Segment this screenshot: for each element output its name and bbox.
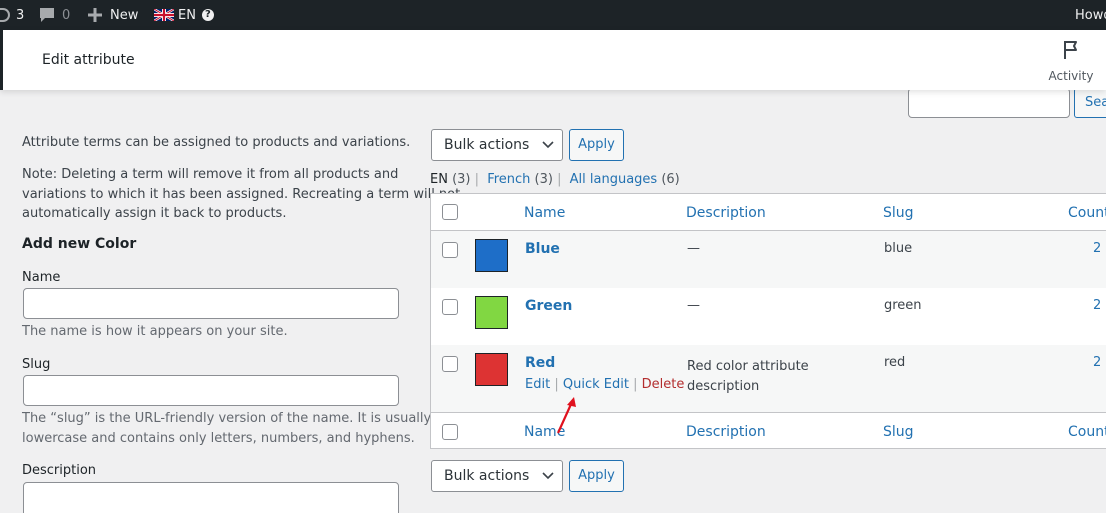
updates-item[interactable]: 3 (0, 0, 24, 30)
bulk-actions-select-bottom[interactable]: Bulk actions (431, 460, 563, 492)
color-swatch (475, 239, 508, 272)
row-checkbox[interactable] (442, 299, 458, 315)
name-help: The name is how it appears on your site. (22, 324, 288, 339)
my-account-item[interactable]: Howd (1075, 0, 1106, 30)
slug-help-line-2: lowercase and contains only letters, num… (22, 430, 415, 446)
row-actions: Edit | Quick Edit | Delete (525, 377, 684, 392)
description-label: Description (22, 463, 97, 478)
filter-en-count: (3) (452, 172, 471, 187)
admin-bar: 3 0 New EN ? Howd (0, 0, 1106, 30)
terms-table: Name Description Slug Count Blue — blue … (430, 193, 1106, 449)
term-description: — (687, 298, 700, 313)
quick-edit-link[interactable]: Quick Edit (563, 377, 629, 392)
description-line-2: description (687, 379, 760, 394)
flag-icon (1064, 41, 1077, 59)
term-count-link[interactable]: 2 (1093, 298, 1101, 313)
filter-en[interactable]: EN (430, 172, 448, 187)
activity-label: Activity (1048, 69, 1094, 83)
header-edge (0, 30, 3, 90)
row-action-separator: | (633, 377, 638, 392)
name-input[interactable] (23, 288, 399, 319)
term-description: Red color attribute description (687, 357, 809, 397)
new-content-item[interactable]: New (88, 0, 138, 30)
filter-all-languages[interactable]: All languages (570, 172, 658, 187)
annotation-arrow-icon (556, 397, 576, 434)
table-row: Blue — blue 2 (431, 231, 1106, 288)
name-label: Name (22, 270, 61, 285)
term-slug: green (884, 298, 922, 313)
term-name-link[interactable]: Blue (525, 241, 560, 257)
table-row: Red Edit | Quick Edit | Delete Red color… (431, 345, 1106, 412)
filter-separator: | (557, 172, 562, 187)
bulk-actions-label: Bulk actions (444, 137, 530, 153)
select-all-checkbox-footer[interactable] (442, 424, 458, 440)
bulk-actions-label: Bulk actions (444, 468, 530, 484)
description-line-1: Red color attribute (687, 359, 809, 374)
uk-flag-icon (154, 9, 174, 21)
filter-all-count: (6) (661, 172, 680, 187)
term-name-link[interactable]: Green (525, 298, 572, 314)
column-count-header[interactable]: Count (1068, 205, 1106, 221)
comments-count: 0 (62, 7, 71, 23)
comment-icon (40, 8, 54, 22)
slug-input[interactable] (23, 375, 399, 406)
language-filters: EN (3) | French (3) | All languages (6) (430, 172, 680, 187)
comments-item[interactable]: 0 (38, 0, 70, 30)
table-header: Name Description Slug Count (431, 194, 1106, 231)
search-terms-button[interactable]: Sea (1074, 88, 1106, 118)
language-switcher[interactable]: EN ? (154, 0, 214, 30)
column-slug-footer[interactable]: Slug (883, 424, 914, 440)
term-slug: blue (884, 241, 913, 256)
delete-link[interactable]: Delete (642, 377, 685, 392)
updates-icon (0, 8, 10, 22)
edit-link[interactable]: Edit (525, 377, 550, 392)
term-count-link[interactable]: 2 (1093, 241, 1101, 256)
row-checkbox[interactable] (442, 242, 458, 258)
column-slug-header[interactable]: Slug (883, 205, 914, 221)
row-action-separator: | (554, 377, 559, 392)
page-header: Edit attribute Activity (0, 30, 1106, 90)
table-footer: Name Description Slug Count (431, 412, 1106, 449)
updates-count: 3 (16, 7, 25, 23)
select-all-checkbox[interactable] (442, 204, 458, 220)
intro-text: Attribute terms can be assigned to produ… (22, 135, 411, 150)
column-description-header[interactable]: Description (686, 205, 766, 221)
add-new-title: Add new Color (22, 236, 137, 252)
term-slug: red (884, 355, 906, 370)
activity-button[interactable]: Activity (1046, 40, 1096, 83)
column-count-footer[interactable]: Count (1068, 424, 1106, 440)
plus-icon (88, 8, 102, 22)
row-checkbox[interactable] (442, 356, 458, 372)
column-description-footer[interactable]: Description (686, 424, 766, 440)
chevron-down-icon (542, 141, 554, 149)
apply-button-top[interactable]: Apply (569, 129, 624, 161)
filter-french[interactable]: French (487, 172, 530, 187)
apply-button-bottom[interactable]: Apply (569, 460, 624, 492)
page-title: Edit attribute (42, 52, 135, 68)
new-label: New (110, 7, 139, 23)
column-name-header[interactable]: Name (524, 205, 565, 221)
howdy-text: Howd (1075, 7, 1106, 23)
note-line-2: variations to which it has been assigned… (22, 186, 461, 202)
chevron-down-icon (542, 472, 554, 480)
slug-label: Slug (22, 357, 51, 372)
term-name-link[interactable]: Red (525, 355, 555, 371)
help-icon[interactable]: ? (201, 9, 214, 21)
filter-french-count: (3) (534, 172, 553, 187)
color-swatch (475, 353, 508, 386)
search-terms-input[interactable] (908, 88, 1070, 118)
color-swatch (475, 296, 508, 329)
language-label: EN (178, 7, 196, 23)
note-line-3: automatically assign it back to products… (22, 206, 287, 221)
note-line-1: Note: Deleting a term will remove it fro… (22, 167, 399, 182)
term-description: — (687, 241, 700, 256)
filter-separator: | (474, 172, 480, 187)
description-textarea[interactable] (23, 482, 399, 513)
term-count-link[interactable]: 2 (1093, 355, 1101, 370)
bulk-actions-select-top[interactable]: Bulk actions (431, 129, 563, 161)
slug-help-line-1: The “slug” is the URL-friendly version o… (22, 411, 451, 426)
table-row: Green — green 2 (431, 288, 1106, 345)
